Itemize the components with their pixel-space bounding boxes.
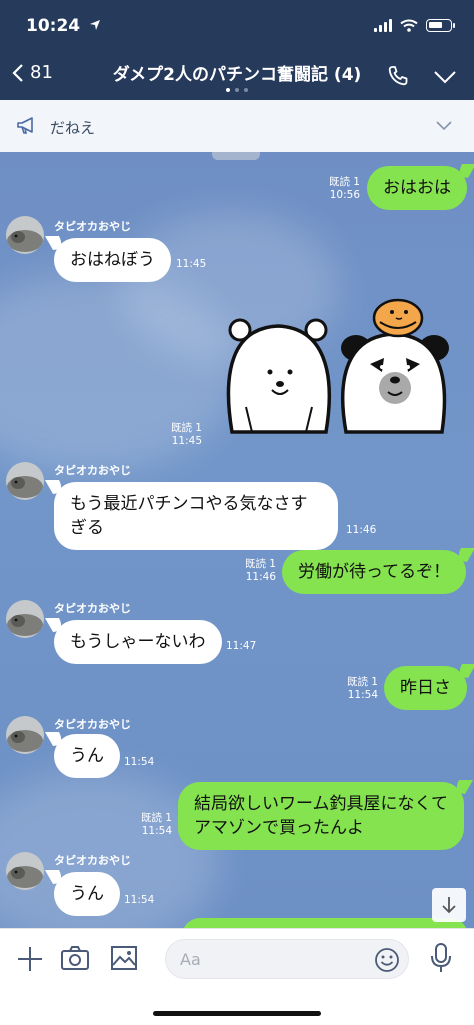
read-receipt: 既読 1 [244, 558, 276, 570]
image-icon[interactable] [110, 945, 138, 971]
emoji-icon[interactable] [374, 947, 400, 973]
sender-name: タピオカおやじ [54, 718, 131, 731]
message-bubble-own[interactable]: 労働が待ってるぞ！ [282, 550, 467, 594]
message-meta: 既読 1 11:45 [158, 422, 202, 448]
message-time: 11:45 [176, 258, 207, 270]
message-bubble[interactable]: おはねぼう [54, 238, 171, 282]
message-time: 11:54 [124, 894, 155, 906]
announcement-bar[interactable]: だねえ [0, 100, 474, 153]
message-time: 11:45 [171, 435, 202, 447]
message-time: 11:54 [124, 756, 155, 768]
message-input[interactable]: Aa [165, 939, 409, 979]
home-indicator [153, 1011, 321, 1016]
input-bar: Aa [0, 928, 474, 1025]
avatar-image [6, 600, 44, 638]
message-bubble[interactable]: うん [54, 734, 120, 778]
avatar-image [6, 716, 44, 754]
message-bubble[interactable]: うん [54, 872, 120, 916]
camera-icon[interactable] [60, 945, 90, 971]
phone-icon[interactable] [386, 64, 410, 88]
page-indicator [0, 88, 474, 92]
message-meta: 既読 1 10:56 [318, 176, 360, 202]
chat-title[interactable]: ダメプ2人のパチンコ奮闘記 (4) [113, 65, 362, 85]
message-bubble-own-partial[interactable] [182, 918, 468, 928]
message-meta: 既読 1 11:54 [128, 812, 172, 838]
status-time: 10:24 [26, 16, 101, 36]
top-bar: 10:24 81 ダメプ2人のパチンコ奮闘記 (4) [0, 0, 474, 100]
sender-name: タピオカおやじ [54, 854, 131, 867]
location-icon [90, 20, 101, 30]
status-time-text: 10:24 [26, 16, 81, 36]
message-time: 11:54 [141, 825, 172, 837]
read-receipt: 既読 1 [140, 812, 172, 824]
message-meta: 既読 1 11:54 [334, 676, 378, 702]
message-time: 11:46 [245, 571, 276, 583]
avatar[interactable] [6, 716, 44, 754]
read-receipt: 既読 1 [346, 676, 378, 688]
sender-name: タピオカおやじ [54, 602, 131, 615]
plus-icon[interactable] [16, 945, 44, 973]
message-time: 11:54 [347, 689, 378, 701]
status-icons [374, 18, 455, 32]
message-input-placeholder: Aa [180, 950, 201, 969]
message-bubble-own[interactable]: 昨日さ [384, 666, 467, 710]
message-time: 11:46 [346, 524, 377, 536]
megaphone-icon [17, 117, 33, 134]
back-count: 81 [30, 62, 53, 83]
back-chevron-icon [12, 63, 23, 82]
message-bubble[interactable]: もう最近パチンコやる気なさすぎる [54, 482, 338, 550]
battery-icon [426, 18, 455, 32]
message-time: 11:47 [226, 640, 257, 652]
arrow-down-icon [442, 897, 456, 914]
message-bubble-own[interactable]: おはおは [367, 166, 467, 210]
date-tab [212, 152, 260, 160]
avatar-image [6, 462, 44, 500]
avatar-image [6, 216, 44, 254]
sender-name: タピオカおやじ [54, 464, 131, 477]
back-button[interactable]: 81 [12, 62, 53, 83]
avatar[interactable] [6, 600, 44, 638]
avatar[interactable] [6, 462, 44, 500]
avatar[interactable] [6, 852, 44, 890]
avatar[interactable] [6, 216, 44, 254]
chevron-down-icon[interactable] [433, 70, 457, 84]
wifi-icon [400, 19, 418, 32]
sticker-image[interactable] [222, 292, 452, 442]
message-time: 10:56 [329, 189, 360, 201]
signal-icon [374, 18, 392, 32]
chat-area[interactable]: 既読 1 10:56 おはおは タピオカおやじ おはねぼう 11:45 既読 1… [0, 152, 474, 928]
announcement-text: だねえ [50, 119, 96, 137]
read-receipt: 既読 1 [328, 176, 360, 188]
read-receipt: 既読 1 [170, 422, 202, 434]
message-bubble[interactable]: もうしゃーないわ [54, 620, 222, 664]
expand-chevron-icon[interactable] [436, 121, 452, 131]
scroll-to-bottom-button[interactable] [432, 888, 466, 922]
sender-name: タピオカおやじ [54, 220, 131, 233]
message-bubble-own[interactable]: 結局欲しいワーム釣具屋になくてアマゾンで買ったんよ [178, 782, 464, 850]
mic-icon[interactable] [430, 942, 452, 974]
message-meta: 既読 1 11:46 [232, 558, 276, 584]
avatar-image [6, 852, 44, 890]
